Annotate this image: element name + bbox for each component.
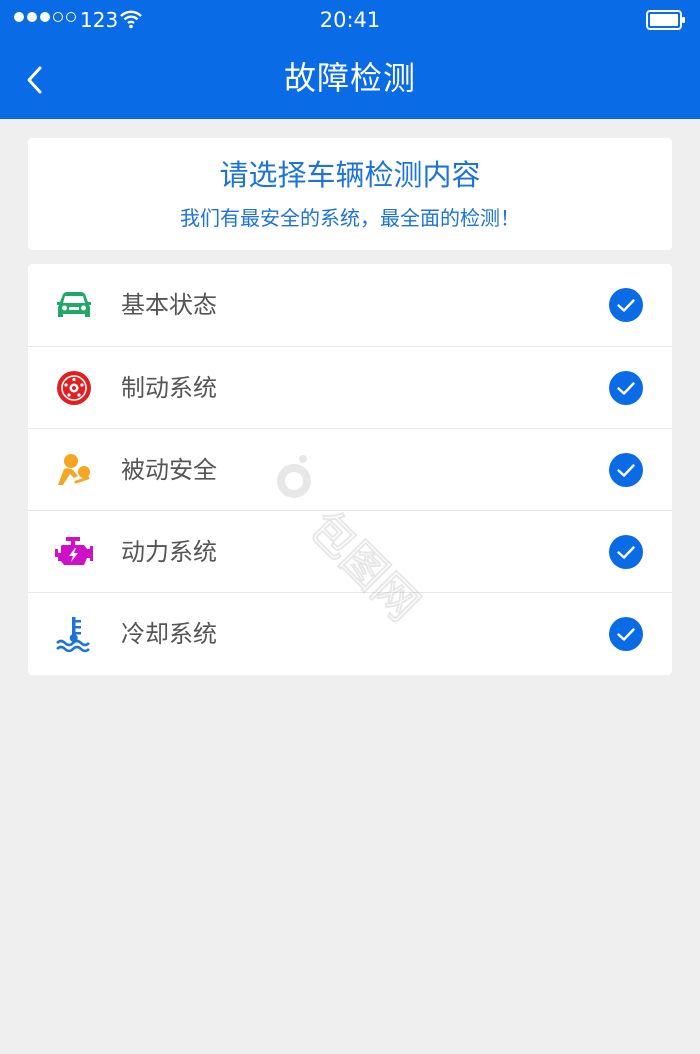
intro-title: 请选择车辆检测内容 xyxy=(219,158,481,192)
checkmark-icon[interactable] xyxy=(609,617,643,651)
status-bar: 123 20:41 xyxy=(0,0,700,40)
checkmark-icon[interactable] xyxy=(609,371,643,405)
checkmark-icon[interactable] xyxy=(609,288,643,322)
detection-item-label: 基本状态 xyxy=(121,291,217,319)
intro-subtitle: 我们有最安全的系统，最全面的检测！ xyxy=(180,206,520,230)
battery-icon xyxy=(646,10,685,30)
detection-item-label: 冷却系统 xyxy=(121,620,217,648)
car-icon xyxy=(57,292,91,317)
detection-item-power-system[interactable]: 动力系统 xyxy=(28,510,672,592)
detection-item-label: 动力系统 xyxy=(121,538,217,566)
airbag-icon xyxy=(58,454,90,485)
brake-disc-icon xyxy=(57,371,91,405)
detection-item-label: 制动系统 xyxy=(121,374,217,402)
engine-icon xyxy=(55,537,93,565)
checkmark-icon[interactable] xyxy=(609,535,643,569)
detection-item-brake-system[interactable]: 制动系统 xyxy=(28,346,672,428)
detection-item-cooling-system[interactable]: 冷却系统 xyxy=(28,592,672,674)
intro-card: 请选择车辆检测内容 我们有最安全的系统，最全面的检测！ xyxy=(28,138,672,250)
coolant-temperature-icon xyxy=(56,617,90,652)
detection-list: 基本状态 制动系统 被动安全 动力系统 冷却系统 xyxy=(28,264,672,675)
detection-item-basic-status[interactable]: 基本状态 xyxy=(28,264,672,346)
checkmark-icon[interactable] xyxy=(609,453,643,487)
navigation-bar: 故障检测 xyxy=(0,40,700,119)
detection-item-label: 被动安全 xyxy=(121,456,217,484)
status-time: 20:41 xyxy=(319,8,381,32)
page-title: 故障检测 xyxy=(283,59,416,97)
app-header: 123 20:41 故障检测 xyxy=(0,0,700,119)
detection-item-passive-safety[interactable]: 被动安全 xyxy=(28,428,672,510)
